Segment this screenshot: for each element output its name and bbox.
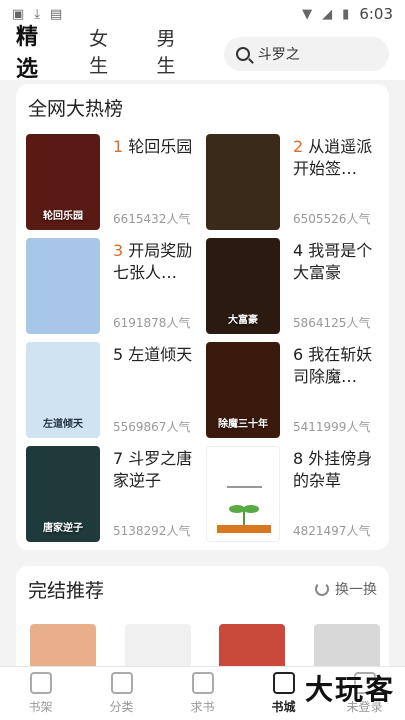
book-name: 外挂傍身的杂草 [293,449,373,490]
rank-number: 7 [113,449,124,468]
paper-plane-icon [191,672,214,694]
book-name: 我哥是个大富豪 [293,241,373,282]
book-item[interactable]: 2 从逍遥派开始签… 6505526人气 [206,134,382,230]
refresh-label: 换一换 [335,582,377,598]
book-cover[interactable]: 轮回乐园 [26,134,100,230]
nav-label: 求书 [190,700,215,714]
book-cover[interactable]: 左道倾天 [26,342,100,438]
nav-category[interactable]: 分类 [81,667,162,720]
popularity: 5138292人气 [113,524,191,538]
tab-female[interactable]: 女生 [89,24,126,84]
rank-number: 2 [293,137,304,156]
wifi-icon: ▼ [302,6,313,22]
book-title[interactable]: 4 我哥是个大富豪 [293,240,379,284]
clock: 6:03 [359,5,393,23]
book-item[interactable]: 8 外挂傍身的杂草 4821497人气 [206,446,382,542]
refresh-icon [315,582,329,596]
book-title[interactable]: 3 开局奖励七张人… [113,240,199,284]
rank-number: 4 [293,241,304,260]
search-text: 斗罗之 [257,47,300,63]
book-icon [29,672,52,694]
refresh-button[interactable]: 换一换 [315,579,377,599]
hot-list-title: 全网大热榜 [28,97,124,120]
watermark: 大玩客 [304,673,395,706]
book-cover[interactable] [206,134,280,230]
book-item[interactable]: 大富豪 4 我哥是个大富豪 5864125人气 [206,238,382,334]
nav-request[interactable]: 求书 [162,667,243,720]
nav-label: 书架 [28,700,53,714]
book-title[interactable]: 8 外挂傍身的杂草 [293,448,379,492]
status-bar: ▣ ⤓ ▤ ▼ ◢ ▮ 6:03 [0,0,405,28]
book-item[interactable]: 3 开局奖励七张人… 6191878人气 [26,238,202,334]
book-name: 左道倾天 [128,345,193,364]
book-name: 轮回乐园 [128,137,193,156]
cover-title: 大富豪 [228,315,258,326]
book-cover[interactable] [26,238,100,334]
book-name: 从逍遥派开始签… [293,137,373,178]
book-title[interactable]: 5 左道倾天 [113,344,199,366]
cover-title: 左道倾天 [43,419,83,430]
popularity: 5411999人气 [293,420,371,434]
store-icon [272,672,295,694]
rank-number: 5 [113,345,124,364]
rank-number: 6 [293,345,304,364]
book-title[interactable]: 2 从逍遥派开始签… [293,136,379,180]
popularity: 6615432人气 [113,212,191,226]
book-title[interactable]: 7 斗罗之唐家逆子 [113,448,199,492]
nav-label: 分类 [109,700,134,714]
top-nav: 精选 女生 男生 斗罗之 [0,25,405,82]
popularity: 4821497人气 [293,524,371,538]
search-icon [235,47,250,61]
book-title[interactable]: 1 轮回乐园 [113,136,199,158]
book-cover[interactable]: 除魔三十年 [206,342,280,438]
book-item[interactable]: 轮回乐园 1 轮回乐园 6615432人气 [26,134,202,230]
cover-title: 唐家逆子 [43,523,83,534]
hot-list-card: 全网大热榜 轮回乐园 1 轮回乐园 6615432人气 2 从逍遥派开始签… 6… [16,84,389,550]
signal-icon: ◢ [322,6,333,22]
completed-title: 完结推荐 [28,579,105,602]
cover-title: 除魔三十年 [218,419,268,430]
rank-number: 8 [293,449,304,468]
completed-header: 完结推荐 换一换 [16,566,389,612]
battery-icon: ▮ [342,6,350,22]
book-item[interactable]: 除魔三十年 6 我在斩妖司除魔… 5411999人气 [206,342,382,438]
book-cover[interactable]: 大富豪 [206,238,280,334]
book-item[interactable]: 左道倾天 5 左道倾天 5569867人气 [26,342,202,438]
book-cover[interactable] [206,446,280,542]
nav-bookshelf[interactable]: 书架 [0,667,81,720]
tab-featured[interactable]: 精选 [16,19,59,89]
popularity: 6191878人气 [113,316,191,330]
book-title[interactable]: 6 我在斩妖司除魔… [293,344,379,388]
popularity: 5569867人气 [113,420,191,434]
book-name: 我在斩妖司除魔… [293,345,373,386]
popularity: 5864125人气 [293,316,371,330]
book-name: 开局奖励七张人… [113,241,193,282]
book-name: 斗罗之唐家逆子 [113,449,193,490]
cover-title: 轮回乐园 [43,211,83,222]
tab-male[interactable]: 男生 [156,24,193,84]
popularity: 6505526人气 [293,212,371,226]
sprout-illustration [217,486,271,533]
nav-label: 书城 [271,700,296,714]
search-input[interactable]: 斗罗之 [223,37,389,71]
book-cover[interactable]: 唐家逆子 [26,446,100,542]
book-item[interactable]: 唐家逆子 7 斗罗之唐家逆子 5138292人气 [26,446,202,542]
grid-icon [110,672,133,694]
rank-number: 3 [113,241,124,260]
rank-number: 1 [113,137,124,156]
